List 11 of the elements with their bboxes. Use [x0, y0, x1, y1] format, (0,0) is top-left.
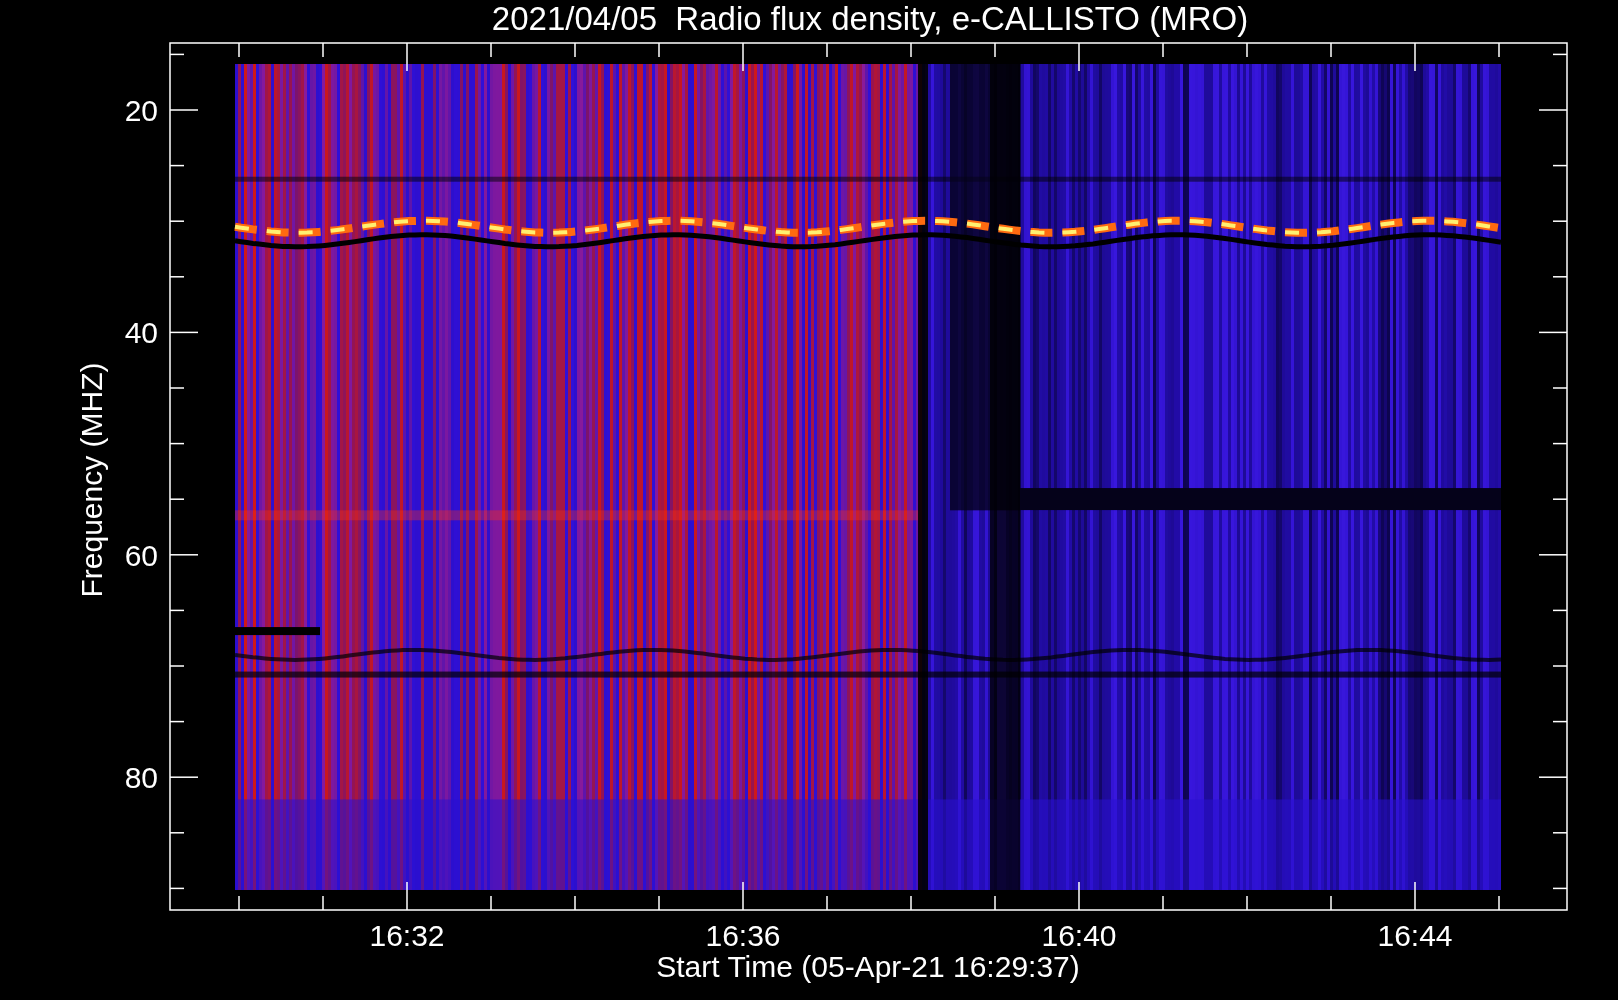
y-axis-label: Frequency (MHZ) — [75, 362, 108, 598]
y-tick-label: 80 — [124, 761, 158, 795]
y-tick-label: 40 — [124, 316, 158, 350]
x-tick-label: 16:40 — [1041, 919, 1117, 952]
x-tick-label: 16:44 — [1377, 919, 1453, 952]
x-axis-label: Start Time (05-Apr-21 16:29:37) — [656, 950, 1080, 983]
chart-title: 2021/04/05 Radio flux density, e-CALLISTO (MRO) — [491, 0, 1249, 37]
x-tick-label: 16:32 — [369, 919, 445, 952]
y-tick-label: 20 — [124, 94, 158, 127]
y-tick-label: 60 — [124, 538, 158, 572]
x-tick-label: 16:36 — [705, 919, 781, 952]
